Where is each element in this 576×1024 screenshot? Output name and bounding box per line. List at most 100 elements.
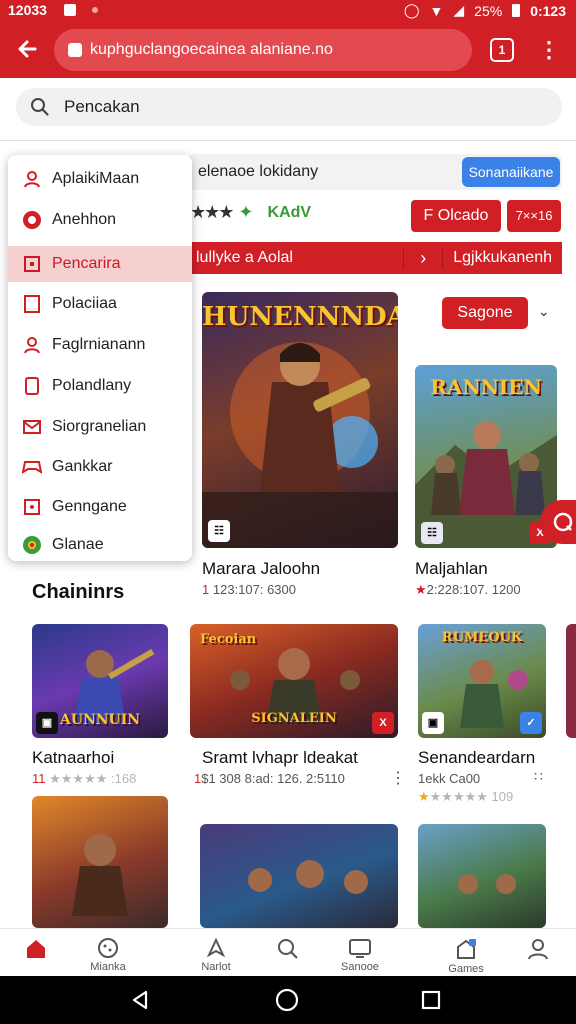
menu-item-label: AplaikiMaan [52, 170, 140, 187]
more-menu-button[interactable]: ⋮ [538, 36, 560, 66]
menu-item-3[interactable]: Polaciiaa [8, 286, 192, 322]
game-meta: 1 123:107: 6300 [202, 582, 296, 597]
menu-item-label: Glanae [52, 536, 104, 553]
nav-label: Mianka [90, 961, 126, 973]
game-art-subtitle: SIGNALEIN [251, 711, 337, 726]
sort-button[interactable]: Sagone [442, 297, 528, 329]
battery-icon [512, 4, 521, 17]
game-title[interactable]: Senandeardarn [418, 748, 535, 768]
square-icon [22, 254, 42, 274]
lock-icon [68, 43, 82, 57]
home-circle-icon[interactable] [274, 987, 300, 1013]
search-bar[interactable]: Pencakan [16, 88, 562, 126]
rating-stars: ★★★ [190, 202, 234, 222]
back-triangle-icon[interactable] [128, 988, 152, 1012]
recents-square-icon[interactable] [420, 989, 442, 1011]
nav-search[interactable] [252, 933, 324, 977]
game-art-title: Fecoian [200, 632, 257, 647]
menu-item-6[interactable]: Siorgranelian [8, 409, 192, 445]
game-meta: 1$1 308 8:ad: 126. 2:5110 [194, 771, 345, 786]
chat-fab-button[interactable] [540, 500, 576, 544]
store-badge-icon: ☷ [208, 520, 230, 542]
phone-icon [22, 376, 42, 396]
game-title[interactable]: Maljahlan [415, 559, 488, 579]
back-button[interactable] [14, 36, 42, 64]
bottom-navigation: Mianka Narlot Sanooe Games [0, 928, 576, 976]
badge-x-icon: X [372, 712, 394, 734]
game-title[interactable]: Sramt lvhapr ldeakat [202, 748, 358, 768]
side-menu: AplaikiMaan Anehhon Pencarira Polaciiaa … [8, 155, 192, 561]
system-navigation [0, 976, 576, 1024]
game-card-image-partial[interactable] [566, 624, 576, 738]
user-icon [22, 335, 42, 355]
nav-label: Narlot [201, 961, 231, 973]
menu-item-1[interactable]: Anehhon [8, 202, 192, 238]
chevron-right-icon[interactable]: › [403, 247, 444, 269]
nav-home[interactable] [0, 933, 72, 977]
user-icon [22, 169, 42, 189]
game-card-image[interactable]: RUMEOUK ▣ ✓ [418, 624, 546, 738]
game-card-image[interactable]: Fecoian SIGNALEIN X [190, 624, 398, 738]
menu-item-8[interactable]: Genngane [8, 489, 192, 525]
nav-mianka[interactable]: Mianka [72, 933, 144, 977]
nav-games[interactable]: Games [430, 933, 502, 977]
menu-item-label: Polaciiaa [52, 295, 117, 312]
store-badge-icon: ☷ [421, 522, 443, 544]
status-clock: 0:123 [530, 2, 566, 19]
nav-profile[interactable] [502, 933, 574, 977]
game-rating: ★★★★★★ 109 [418, 789, 514, 804]
compass-icon [206, 937, 226, 958]
featured-game-image[interactable]: RANNIEN ☷ X [415, 365, 557, 548]
game-art-title: RANNIEN [430, 375, 542, 399]
home-icon [27, 940, 45, 958]
game-art [72, 834, 128, 916]
featured-game-image[interactable]: HUNENNNDAS ☷ [202, 292, 398, 548]
menu-item-5[interactable]: Polandlany [8, 368, 192, 404]
search-icon [278, 939, 298, 959]
dot-icon [22, 497, 42, 517]
profile-icon [528, 939, 548, 960]
menu-item-9[interactable]: Glanae [8, 527, 192, 563]
url-text: kuphguclangoecainea alaniane.no [90, 41, 333, 58]
signal-icon: ◢ [453, 2, 465, 18]
menu-item-label: Siorgranelian [52, 418, 147, 435]
banner-left[interactable]: lullyke a Aolal [188, 249, 403, 267]
battery-pct: 25% [474, 2, 503, 19]
more-options-icon[interactable]: ∷ [534, 768, 543, 785]
game-art [458, 874, 516, 894]
nav-narlot[interactable]: Narlot [180, 933, 252, 977]
status-bar: 12033 ◯ ▼ ◢ 25% 0:123 [0, 0, 576, 22]
banner-right[interactable]: Lgjkkukanenh [443, 249, 562, 267]
badge-blue-icon: ✓ [520, 712, 542, 734]
info-action-button[interactable]: Sonanaiikane [462, 157, 560, 187]
game-card-image[interactable]: AUNNUIN ▣ [32, 624, 168, 738]
divider [0, 140, 576, 141]
game-card-image[interactable] [32, 796, 168, 928]
chevron-down-icon[interactable]: ⌄ [538, 303, 550, 320]
store-badge-icon: ▣ [36, 712, 58, 734]
store-badge-icon: ▣ [422, 712, 444, 734]
section-title: Chaininrs [32, 581, 125, 603]
search-input[interactable]: Pencakan [64, 97, 140, 117]
menu-item-2[interactable]: Pencarira [8, 246, 192, 282]
game-art-title: RUMEOUK [441, 630, 523, 645]
rating-tag: KAdV [267, 203, 312, 221]
search-icon [31, 98, 49, 116]
logo-icon [22, 210, 42, 230]
menu-item-0[interactable]: AplaikiMaan [8, 161, 192, 197]
game-title[interactable]: Marara Jaloohn [202, 559, 320, 579]
game-card-image[interactable] [200, 824, 398, 928]
dot-icon [92, 7, 98, 13]
more-options-icon[interactable]: ⋮ [390, 768, 406, 788]
download-button[interactable]: F Olcado [411, 200, 501, 232]
game-card-image[interactable] [418, 824, 546, 928]
back-arrow-icon [18, 40, 37, 58]
address-bar[interactable]: kuphguclangoecainea alaniane.no [54, 29, 472, 71]
menu-item-4[interactable]: Faglrnianann [8, 327, 192, 363]
tab-switcher-button[interactable]: 1 [490, 38, 514, 62]
status-time: 12033 [8, 2, 47, 18]
menu-item-7[interactable]: Gankkar [8, 449, 192, 485]
nav-sanooe[interactable]: Sanooe [324, 933, 396, 977]
secondary-button[interactable]: 7××16 [507, 200, 561, 232]
game-title[interactable]: Katnaarhoi [32, 748, 114, 768]
